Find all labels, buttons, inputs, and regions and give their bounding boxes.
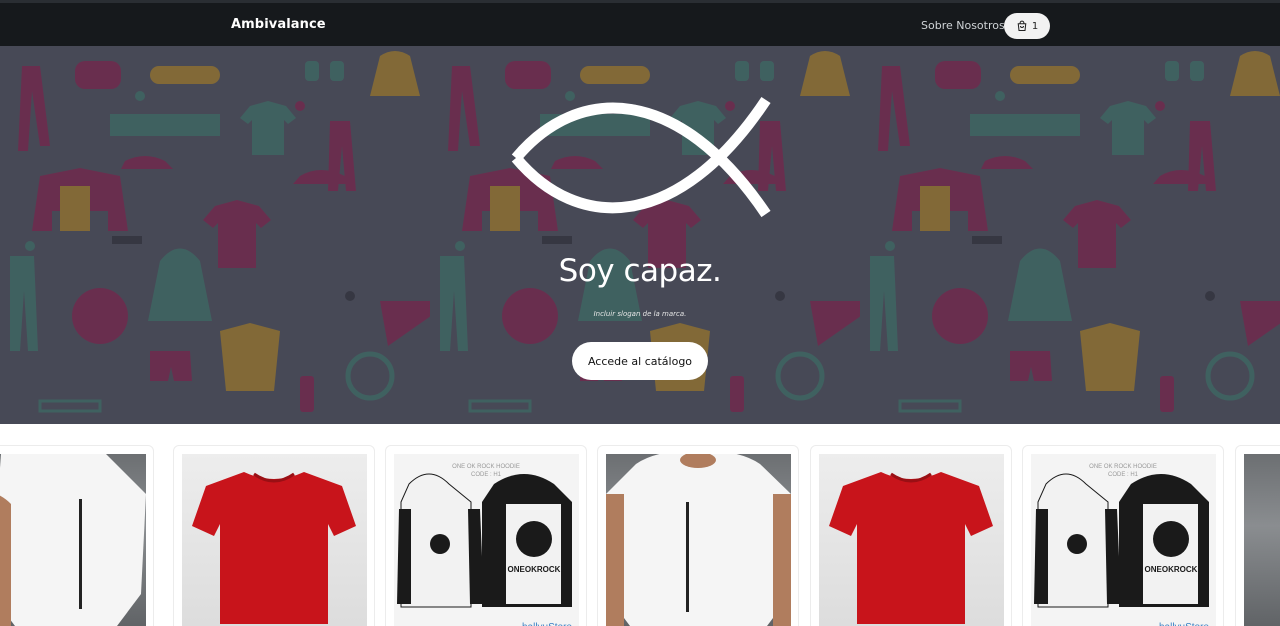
- ichthys-fish-logo: [511, 96, 771, 218]
- product-card[interactable]: [173, 445, 375, 626]
- product-carousel[interactable]: ONE OK ROCK HOODIE CODE : H1 ONEOKROCK h…: [0, 424, 1280, 626]
- svg-text:ONE OK ROCK HOODIE: ONE OK ROCK HOODIE: [1089, 464, 1157, 470]
- svg-text:CODE : H1: CODE : H1: [471, 472, 502, 478]
- svg-text:hallyuStore: hallyuStore: [1159, 622, 1209, 626]
- product-card[interactable]: [1235, 445, 1280, 626]
- shopping-bag-icon: [1017, 20, 1027, 32]
- top-navbar: Ambivalance Sobre Nosotros 1: [0, 0, 1280, 46]
- brand-logo[interactable]: Ambivalance: [231, 17, 326, 32]
- cart-button[interactable]: 1: [1004, 13, 1050, 39]
- product-image: ONE OK ROCK HOODIE CODE : H1 ONEOKROCK h…: [394, 454, 579, 626]
- product-card[interactable]: ONE OK ROCK HOODIE CODE : H1 ONEOKROCK h…: [1022, 445, 1224, 626]
- svg-text:ONEOKROCK: ONEOKROCK: [508, 565, 561, 574]
- product-image: [182, 454, 367, 626]
- product-image: ONE OK ROCK HOODIE CODE : H1 ONEOKROCK h…: [1031, 454, 1216, 626]
- product-image: [1244, 454, 1280, 626]
- svg-text:ONE OK ROCK HOODIE: ONE OK ROCK HOODIE: [452, 464, 520, 470]
- svg-text:CODE : H1: CODE : H1: [1108, 472, 1139, 478]
- product-image: [606, 454, 791, 626]
- svg-text:hallyuStore: hallyuStore: [522, 622, 572, 626]
- product-image: [0, 454, 146, 626]
- product-card[interactable]: ONE OK ROCK HOODIE CODE : H1 ONEOKROCK h…: [385, 445, 587, 626]
- cart-count-badge: 1: [1031, 20, 1039, 32]
- hero-banner: Soy capaz. Incluir slogan de la marca. A…: [0, 46, 1280, 424]
- nav-link-about[interactable]: Sobre Nosotros: [921, 19, 1005, 32]
- hero-slogan: Incluir slogan de la marca.: [593, 310, 687, 318]
- product-image: [819, 454, 1004, 626]
- product-card[interactable]: [810, 445, 1012, 626]
- catalog-cta-button[interactable]: Accede al catálogo: [572, 342, 708, 380]
- svg-text:ONEOKROCK: ONEOKROCK: [1145, 565, 1198, 574]
- product-card[interactable]: [597, 445, 799, 626]
- hero-title: Soy capaz.: [558, 253, 722, 289]
- product-card[interactable]: [0, 445, 154, 626]
